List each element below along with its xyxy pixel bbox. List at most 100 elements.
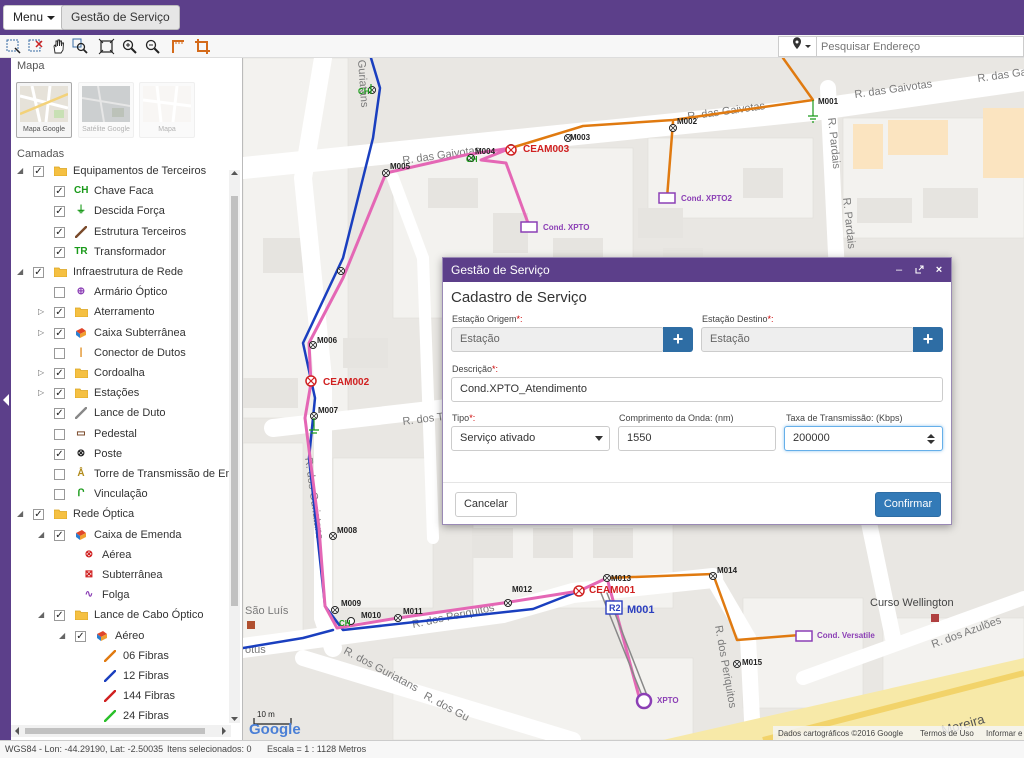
menu-button[interactable]: Menu (3, 5, 66, 30)
panel-vertical-scrollbar[interactable] (229, 170, 240, 723)
layer-item[interactable]: ◢ ✓ Rede Óptica (11, 505, 229, 523)
layer-item[interactable]: ▭ Pedestal (11, 425, 229, 443)
cond-versatile-marker[interactable] (795, 630, 813, 642)
estacao-destino-field[interactable]: Estação (701, 327, 914, 352)
layer-checkbox[interactable]: ✓ (54, 368, 65, 379)
layer-item[interactable]: ▷ ✓ Estações (11, 384, 229, 402)
layer-checkbox[interactable]: ✓ (75, 630, 86, 642)
xpto-marker[interactable] (635, 692, 653, 710)
layer-item[interactable]: ∿ Folga (11, 586, 229, 604)
map-pin-icon[interactable] (779, 37, 817, 56)
layer-checkbox[interactable]: ✓ (54, 206, 65, 218)
descricao-input[interactable]: Cond.XPTO_Atendimento (451, 377, 943, 402)
deselect-icon[interactable] (27, 38, 44, 55)
layer-checkbox[interactable] (54, 469, 65, 480)
dialog-header[interactable]: Gestão de Serviço (443, 258, 951, 282)
measure-icon[interactable] (170, 38, 187, 55)
zoom-out-icon[interactable] (144, 38, 161, 55)
collapsed-caret-icon[interactable]: ▷ (38, 303, 48, 321)
layer-checkbox[interactable]: ✓ (54, 448, 65, 460)
scrollbar-thumb[interactable] (231, 196, 238, 606)
layer-checkbox[interactable]: ✓ (54, 226, 65, 238)
cond-xpto2-marker[interactable] (658, 192, 676, 204)
layer-item[interactable]: ◢ ✓ Caixa de Emenda (11, 526, 229, 544)
layer-checkbox[interactable]: ✓ (54, 327, 65, 339)
zoom-in-icon[interactable] (121, 38, 138, 55)
layer-item[interactable]: ⊕ Armário Óptico (11, 283, 229, 301)
layer-item[interactable]: Å Torre de Transmissão de Ene (11, 465, 238, 483)
layer-item[interactable]: ◢ ✓ Infraestrutura de Rede (11, 263, 229, 281)
expanded-caret-icon[interactable]: ◢ (38, 526, 48, 544)
layer-item[interactable]: Ր Vinculação (11, 485, 229, 503)
layer-item[interactable]: ✓ TR Transformador (11, 243, 229, 261)
panel-horizontal-scrollbar[interactable] (11, 725, 231, 737)
report-link[interactable]: Informar e (986, 729, 1023, 738)
cancel-button[interactable]: Cancelar (455, 492, 517, 517)
layer-item[interactable]: 24 Fibras (11, 707, 229, 725)
basemap-google-map[interactable]: Mapa Google (16, 82, 72, 138)
popout-icon[interactable] (912, 258, 926, 282)
gestao-servico-button[interactable]: Gestão de Serviço (61, 5, 180, 30)
scrollbar-thumb[interactable] (25, 728, 205, 734)
layer-checkbox[interactable] (54, 428, 65, 440)
layer-item[interactable]: ✓ Lance de Duto (11, 404, 229, 422)
layer-checkbox[interactable]: ✓ (54, 186, 65, 198)
layer-item[interactable]: ✓ ⏚ Descida Força (11, 202, 229, 220)
layer-checkbox[interactable]: ✓ (33, 267, 44, 278)
layer-item[interactable]: | Conector de Dutos (11, 344, 229, 362)
layer-item[interactable]: ✓ ⊗ Poste (11, 445, 229, 463)
comprimento-input[interactable]: 1550 (618, 426, 776, 451)
layer-checkbox[interactable] (54, 489, 65, 501)
zoom-box-icon[interactable] (72, 38, 89, 55)
cond-xpto-marker[interactable] (520, 221, 538, 233)
layer-checkbox[interactable]: ✓ (54, 408, 65, 420)
layer-item[interactable]: ◢ ✓ Lance de Cabo Óptico (11, 606, 229, 624)
layer-item[interactable]: ▷ ✓ Cordoalha (11, 364, 229, 382)
basemap-google-satellite[interactable]: Satélite Google (78, 82, 134, 138)
tipo-select[interactable]: Serviço ativado (451, 426, 610, 451)
collapsed-caret-icon[interactable]: ▷ (38, 364, 48, 382)
collapsed-caret-icon[interactable]: ▷ (38, 324, 48, 342)
expanded-caret-icon[interactable]: ◢ (17, 162, 27, 180)
layer-item[interactable]: 12 Fibras (11, 667, 229, 685)
add-destino-button[interactable]: + (913, 327, 943, 352)
zoom-extent-icon[interactable] (98, 38, 115, 55)
layer-item[interactable]: ▷ ✓ Aterramento (11, 303, 229, 321)
layer-item[interactable]: 06 Fibras (11, 647, 229, 665)
layer-checkbox[interactable]: ✓ (33, 509, 44, 521)
pan-hand-icon[interactable] (50, 38, 67, 55)
layer-checkbox[interactable] (54, 287, 65, 299)
layer-checkbox[interactable]: ✓ (54, 529, 65, 541)
panel-toggle-strip[interactable] (0, 58, 11, 740)
add-origem-button[interactable]: + (663, 327, 693, 352)
layer-item[interactable]: ⊗ Aérea (11, 546, 229, 564)
select-rect-icon[interactable] (5, 38, 22, 55)
estacao-origem-field[interactable]: Estação (451, 327, 664, 352)
layer-item[interactable]: ⊠ Subterrânea (11, 566, 229, 584)
search-input[interactable] (821, 37, 1021, 56)
confirm-button[interactable]: Confirmar (875, 492, 941, 517)
collapse-arrow-icon[interactable] (3, 394, 9, 406)
expanded-caret-icon[interactable]: ◢ (17, 263, 27, 281)
crop-icon[interactable] (194, 38, 211, 55)
layer-item[interactable]: ✓ Estrutura Terceiros (11, 223, 229, 241)
expanded-caret-icon[interactable]: ◢ (59, 627, 69, 645)
expanded-caret-icon[interactable]: ◢ (17, 505, 27, 523)
taxa-input[interactable]: 200000 (784, 426, 943, 451)
expanded-caret-icon[interactable]: ◢ (38, 606, 48, 624)
layer-checkbox[interactable]: ✓ (54, 388, 65, 400)
layer-checkbox[interactable]: ✓ (54, 246, 65, 258)
layer-item[interactable]: ▷ ✓ Caixa Subterrânea (11, 324, 229, 342)
layer-item[interactable]: ◢ ✓ Aéreo (11, 627, 229, 645)
basemap-map[interactable]: Mapa (139, 82, 195, 138)
layer-checkbox[interactable]: ✓ (54, 610, 65, 622)
layer-checkbox[interactable]: ✓ (33, 166, 44, 177)
close-icon[interactable]: × (932, 258, 946, 282)
layer-item[interactable]: ◢ ✓ Equipamentos de Terceiros (11, 162, 229, 180)
layer-checkbox[interactable] (54, 347, 65, 359)
layer-item[interactable]: ✓ CH Chave Faca (11, 182, 229, 200)
spinner-icon[interactable] (927, 433, 935, 445)
minimize-icon[interactable]: – (892, 258, 906, 282)
layer-checkbox[interactable]: ✓ (54, 307, 65, 319)
layer-item[interactable]: 144 Fibras (11, 687, 229, 705)
